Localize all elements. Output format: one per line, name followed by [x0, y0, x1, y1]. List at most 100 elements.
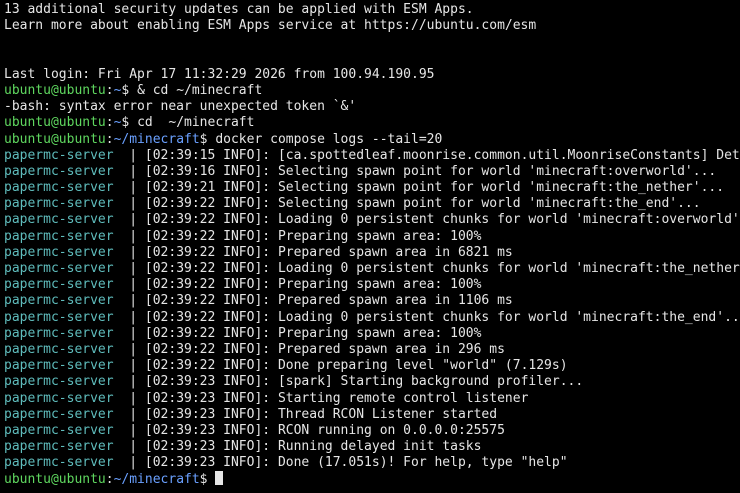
log-message: [02:39:23 INFO]: RCON running on 0.0.0.0…: [144, 422, 505, 438]
service-name: papermc-server: [4, 147, 114, 163]
service-name: papermc-server: [4, 244, 114, 260]
prompt-line: ubuntu@ubuntu:~/minecraft$ docker compos…: [4, 132, 740, 148]
log-separator: |: [113, 390, 145, 406]
service-name: papermc-server: [4, 406, 114, 422]
log-separator: |: [113, 439, 145, 455]
log-separator: |: [113, 309, 145, 325]
log-line: papermc-server | [02:39:23 INFO]: Thread…: [4, 407, 740, 423]
log-line: papermc-server | [02:39:23 INFO]: Runnin…: [4, 439, 740, 455]
log-line: papermc-server | [02:39:22 INFO]: Loadin…: [4, 261, 740, 277]
service-name: papermc-server: [4, 358, 114, 374]
log-separator: |: [113, 147, 145, 163]
log-separator: |: [113, 212, 145, 228]
log-message: [02:39:22 INFO]: Prepared spawn area in …: [144, 341, 505, 357]
service-name: papermc-server: [4, 196, 114, 212]
service-name: papermc-server: [4, 309, 114, 325]
log-separator: |: [113, 228, 145, 244]
prompt-dollar: $: [199, 472, 216, 488]
prompt-separator: :: [105, 82, 114, 98]
log-message: [02:39:22 INFO]: Selecting spawn point f…: [144, 196, 701, 212]
motd-line: Learn more about enabling ESM Apps servi…: [4, 18, 537, 34]
service-name: papermc-server: [4, 455, 114, 471]
log-line: papermc-server | [02:39:22 INFO]: Loadin…: [4, 212, 740, 228]
log-separator: |: [113, 180, 145, 196]
log-line: papermc-server | [02:39:15 INFO]: [ca.sp…: [4, 148, 740, 164]
log-message: [02:39:23 INFO]: Running delayed init ta…: [144, 439, 482, 455]
terminal-cursor[interactable]: [215, 471, 224, 486]
log-message: [02:39:22 INFO]: Preparing spawn area: 1…: [144, 325, 482, 341]
service-name: papermc-server: [4, 277, 114, 293]
log-message: [02:39:22 INFO]: Prepared spawn area in …: [144, 293, 513, 309]
service-name: papermc-server: [4, 439, 114, 455]
terminal-window[interactable]: 13 additional security updates can be ap…: [0, 0, 740, 493]
log-separator: |: [113, 374, 145, 390]
motd-line: 13 additional security updates can be ap…: [4, 2, 474, 17]
prompt-separator: :: [105, 115, 114, 131]
log-line: papermc-server | [02:39:23 INFO]: Starti…: [4, 391, 740, 407]
log-line: papermc-server | [02:39:22 INFO]: Prepar…: [4, 326, 740, 342]
service-name: papermc-server: [4, 261, 114, 276]
log-message: [02:39:22 INFO]: Prepared spawn area in …: [144, 244, 513, 260]
log-line: papermc-server | [02:39:16 INFO]: Select…: [4, 164, 740, 180]
service-name: papermc-server: [4, 341, 114, 357]
log-separator: |: [113, 422, 145, 438]
log-separator: |: [113, 341, 145, 357]
log-separator: |: [113, 325, 145, 341]
prompt-dollar: $: [121, 82, 138, 98]
log-message: [02:39:23 INFO]: [spark] Starting backgr…: [144, 374, 584, 390]
log-separator: |: [113, 277, 145, 293]
log-line: papermc-server | [02:39:22 INFO]: Loadin…: [4, 310, 740, 326]
prompt-user: ubuntu@ubuntu: [4, 472, 106, 488]
log-message: [02:39:22 INFO]: Loading 0 persistent ch…: [144, 309, 740, 325]
log-separator: |: [113, 406, 145, 422]
log-separator: |: [113, 196, 145, 212]
log-message: [02:39:22 INFO]: Preparing spawn area: 1…: [144, 277, 482, 293]
log-message: [02:39:22 INFO]: Done preparing level "w…: [144, 358, 568, 374]
log-line: papermc-server | [02:39:23 INFO]: [spark…: [4, 374, 740, 390]
log-line: papermc-server | [02:39:22 INFO]: Select…: [4, 196, 740, 212]
log-separator: |: [113, 455, 145, 471]
log-output: papermc-server | [02:39:15 INFO]: [ca.sp…: [4, 148, 740, 472]
command-text: & cd ~/minecraft: [137, 82, 263, 98]
log-line: papermc-server | [02:39:22 INFO]: Prepar…: [4, 277, 740, 293]
prompt-line: ubuntu@ubuntu:~$ cd ~/minecraft: [4, 115, 740, 131]
log-message: [02:39:23 INFO]: Thread RCON Listener st…: [144, 406, 498, 422]
log-message: [02:39:23 INFO]: Done (17.051s)! For hel…: [144, 455, 568, 471]
command-text: docker compose logs --tail=20: [215, 131, 443, 147]
log-message: [02:39:21 INFO]: Selecting spawn point f…: [144, 180, 725, 196]
prompt-user: ubuntu@ubuntu: [4, 131, 106, 147]
log-separator: |: [113, 244, 145, 260]
prompt-path: ~/minecraft: [113, 472, 200, 488]
prompt-dollar: $: [199, 131, 216, 147]
log-line: papermc-server | [02:39:21 INFO]: Select…: [4, 180, 740, 196]
service-name: papermc-server: [4, 180, 114, 196]
log-line: papermc-server | [02:39:22 INFO]: Prepar…: [4, 293, 740, 309]
log-message: [02:39:22 INFO]: Loading 0 persistent ch…: [144, 212, 740, 228]
prompt-path: ~/minecraft: [113, 131, 200, 147]
log-line: papermc-server | [02:39:23 INFO]: Done (…: [4, 455, 740, 471]
error-line: -bash: syntax error near unexpected toke…: [4, 99, 357, 115]
log-line: papermc-server | [02:39:22 INFO]: Prepar…: [4, 245, 740, 261]
command-text: cd ~/minecraft: [137, 115, 255, 131]
service-name: papermc-server: [4, 212, 114, 228]
log-message: [02:39:22 INFO]: Loading 0 persistent ch…: [144, 261, 740, 276]
service-name: papermc-server: [4, 293, 114, 309]
service-name: papermc-server: [4, 374, 114, 390]
last-login-line: Last login: Fri Apr 17 11:32:29 2026 fro…: [4, 66, 435, 82]
log-line: papermc-server | [02:39:22 INFO]: Prepar…: [4, 342, 740, 358]
service-name: papermc-server: [4, 228, 114, 244]
log-line: papermc-server | [02:39:23 INFO]: RCON r…: [4, 423, 740, 439]
service-name: papermc-server: [4, 163, 114, 179]
log-separator: |: [113, 293, 145, 309]
log-line: papermc-server | [02:39:22 INFO]: Prepar…: [4, 229, 740, 245]
log-message: [02:39:15 INFO]: [ca.spottedleaf.moonris…: [144, 147, 740, 163]
service-name: papermc-server: [4, 325, 114, 341]
prompt-user: ubuntu@ubuntu: [4, 115, 106, 131]
log-line: papermc-server | [02:39:22 INFO]: Done p…: [4, 358, 740, 374]
prompt-user: ubuntu@ubuntu: [4, 82, 106, 98]
log-message: [02:39:23 INFO]: Starting remote control…: [144, 390, 529, 406]
active-prompt-line[interactable]: ubuntu@ubuntu:~/minecraft$: [4, 471, 740, 487]
prompt-line: ubuntu@ubuntu:~$ & cd ~/minecraft: [4, 83, 740, 99]
service-name: papermc-server: [4, 422, 114, 438]
